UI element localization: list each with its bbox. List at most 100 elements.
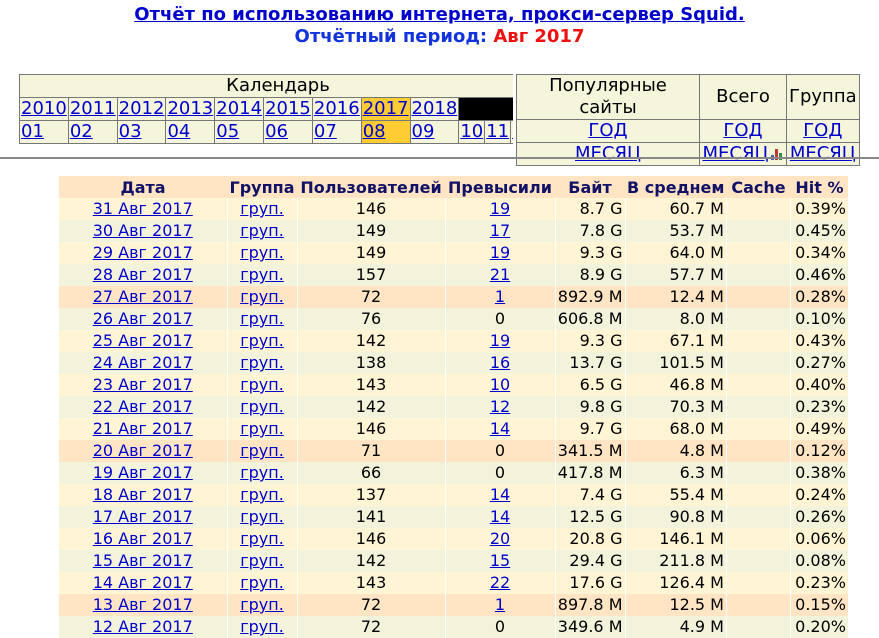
hit-cell: 0.10% bbox=[790, 308, 849, 330]
total-month-link[interactable]: МЕСЯЦ bbox=[703, 143, 769, 164]
report-title-link[interactable]: Отчёт по использованию интернета, прокси… bbox=[134, 4, 745, 25]
calendar-year-link[interactable]: 2018 bbox=[412, 98, 458, 119]
date-link[interactable]: 27 Авг 2017 bbox=[93, 287, 193, 306]
bytes-cell: 7.4 G bbox=[555, 484, 626, 506]
exceeded-link[interactable]: 19 bbox=[490, 331, 510, 350]
exceeded-link[interactable]: 14 bbox=[490, 419, 510, 438]
group-link[interactable]: груп. bbox=[240, 595, 284, 614]
group-link[interactable]: груп. bbox=[240, 463, 284, 482]
date-link[interactable]: 12 Авг 2017 bbox=[93, 617, 193, 636]
group-cell: груп. bbox=[227, 616, 298, 638]
calendar-month-cell: 04 bbox=[165, 120, 216, 144]
hit-cell: 0.20% bbox=[790, 616, 849, 638]
users-cell: 72 bbox=[297, 594, 446, 616]
group-link[interactable]: груп. bbox=[240, 397, 284, 416]
group-link[interactable]: груп. bbox=[240, 309, 284, 328]
calendar-month-cell: 06 bbox=[263, 120, 313, 144]
calendar-month-link[interactable]: 04 bbox=[167, 121, 190, 142]
calendar-month-link[interactable]: 07 bbox=[314, 121, 337, 142]
average-cell: 53.7 M bbox=[625, 220, 727, 242]
date-link[interactable]: 30 Авг 2017 bbox=[93, 221, 193, 240]
calendar-month-link[interactable]: 09 bbox=[412, 121, 435, 142]
group-link[interactable]: груп. bbox=[240, 485, 284, 504]
calendar-year-link[interactable]: 2017 bbox=[363, 98, 409, 119]
exceeded-link[interactable]: 20 bbox=[490, 529, 510, 548]
date-cell: 12 Авг 2017 bbox=[59, 616, 228, 638]
exceeded-link[interactable]: 17 bbox=[490, 221, 510, 240]
exceeded-link[interactable]: 16 bbox=[490, 353, 510, 372]
date-link[interactable]: 21 Авг 2017 bbox=[93, 419, 193, 438]
exceeded-link[interactable]: 14 bbox=[490, 485, 510, 504]
group-link[interactable]: груп. bbox=[240, 265, 284, 284]
group-link[interactable]: груп. bbox=[240, 551, 284, 570]
calendar-month-link[interactable]: 11 bbox=[486, 121, 509, 142]
group-link[interactable]: груп. bbox=[240, 243, 284, 262]
calendar-year-link[interactable]: 2010 bbox=[21, 98, 67, 119]
total-year-link[interactable]: ГОД bbox=[723, 120, 762, 141]
group-month-link[interactable]: МЕСЯЦ bbox=[790, 143, 856, 164]
exceeded-cell: 19 bbox=[445, 242, 556, 264]
date-link[interactable]: 31 Авг 2017 bbox=[93, 199, 193, 218]
date-link[interactable]: 29 Авг 2017 bbox=[93, 243, 193, 262]
date-link[interactable]: 15 Авг 2017 bbox=[93, 551, 193, 570]
exceeded-link[interactable]: 22 bbox=[490, 573, 510, 592]
exceeded-link[interactable]: 19 bbox=[490, 243, 510, 262]
calendar-year-link[interactable]: 2015 bbox=[265, 98, 311, 119]
group-link[interactable]: груп. bbox=[240, 507, 284, 526]
exceeded-link[interactable]: 1 bbox=[495, 595, 505, 614]
group-link[interactable]: груп. bbox=[240, 441, 284, 460]
exceeded-link[interactable]: 1 bbox=[495, 287, 505, 306]
group-link[interactable]: груп. bbox=[240, 221, 284, 240]
group-link[interactable]: груп. bbox=[240, 529, 284, 548]
date-link[interactable]: 28 Авг 2017 bbox=[93, 265, 193, 284]
hit-cell: 0.15% bbox=[790, 594, 849, 616]
exceeded-link[interactable]: 19 bbox=[490, 199, 510, 218]
exceeded-link[interactable]: 12 bbox=[490, 397, 510, 416]
calendar-year-link[interactable]: 2016 bbox=[314, 98, 360, 119]
popular-sites-month-link[interactable]: МЕСЯЦ bbox=[575, 143, 641, 164]
table-row: 20 Авг 2017 груп. 71 0 341.5 M 4.8 M 0.12% bbox=[59, 440, 849, 462]
group-year-link[interactable]: ГОД bbox=[803, 120, 842, 141]
date-link[interactable]: 22 Авг 2017 bbox=[93, 397, 193, 416]
group-link[interactable]: груп. bbox=[240, 419, 284, 438]
calendar-month-link[interactable]: 10 bbox=[460, 121, 483, 142]
calendar-month-cell: 11 bbox=[484, 120, 512, 144]
calendar-year-link[interactable]: 2013 bbox=[167, 98, 213, 119]
group-link[interactable]: груп. bbox=[240, 353, 284, 372]
calendar-year-link[interactable]: 2014 bbox=[216, 98, 262, 119]
calendar-month-link[interactable]: 03 bbox=[119, 121, 142, 142]
popular-sites-year-link[interactable]: ГОД bbox=[588, 120, 627, 141]
group-link[interactable]: груп. bbox=[240, 617, 284, 636]
date-link[interactable]: 17 Авг 2017 bbox=[93, 507, 193, 526]
table-row: 14 Авг 2017 груп. 143 22 17.6 G 126.4 M 0.23% bbox=[59, 572, 849, 594]
date-link[interactable]: 24 Авг 2017 bbox=[93, 353, 193, 372]
calendar-month-link[interactable]: 05 bbox=[216, 121, 239, 142]
exceeded-link[interactable]: 10 bbox=[490, 375, 510, 394]
date-link[interactable]: 13 Авг 2017 bbox=[93, 595, 193, 614]
calendar-month-link[interactable]: 06 bbox=[265, 121, 288, 142]
date-link[interactable]: 19 Авг 2017 bbox=[93, 463, 193, 482]
date-link[interactable]: 14 Авг 2017 bbox=[93, 573, 193, 592]
exceeded-link[interactable]: 15 bbox=[490, 551, 510, 570]
group-link[interactable]: груп. bbox=[240, 199, 284, 218]
exceeded-link[interactable]: 21 bbox=[490, 265, 510, 284]
date-link[interactable]: 26 Авг 2017 bbox=[93, 309, 193, 328]
group-link[interactable]: груп. bbox=[240, 573, 284, 592]
date-link[interactable]: 16 Авг 2017 bbox=[93, 529, 193, 548]
date-link[interactable]: 18 Авг 2017 bbox=[93, 485, 193, 504]
group-link[interactable]: груп. bbox=[240, 287, 284, 306]
calendar-month-link[interactable]: 02 bbox=[70, 121, 93, 142]
calendar-year-link[interactable]: 2012 bbox=[119, 98, 165, 119]
calendar-month-link[interactable]: 01 bbox=[21, 121, 44, 142]
group-link[interactable]: груп. bbox=[240, 375, 284, 394]
calendar-year-link[interactable]: 2011 bbox=[70, 98, 116, 119]
date-link[interactable]: 25 Авг 2017 bbox=[93, 331, 193, 350]
calendar-month-link[interactable]: 08 bbox=[363, 121, 386, 142]
date-cell: 13 Авг 2017 bbox=[59, 594, 228, 616]
table-header-row: Дата Группа Пользователей Превысили Байт В ср… bbox=[59, 176, 849, 198]
date-link[interactable]: 20 Авг 2017 bbox=[93, 441, 193, 460]
group-link[interactable]: груп. bbox=[240, 331, 284, 350]
date-cell: 19 Авг 2017 bbox=[59, 462, 228, 484]
date-link[interactable]: 23 Авг 2017 bbox=[93, 375, 193, 394]
exceeded-link[interactable]: 14 bbox=[490, 507, 510, 526]
